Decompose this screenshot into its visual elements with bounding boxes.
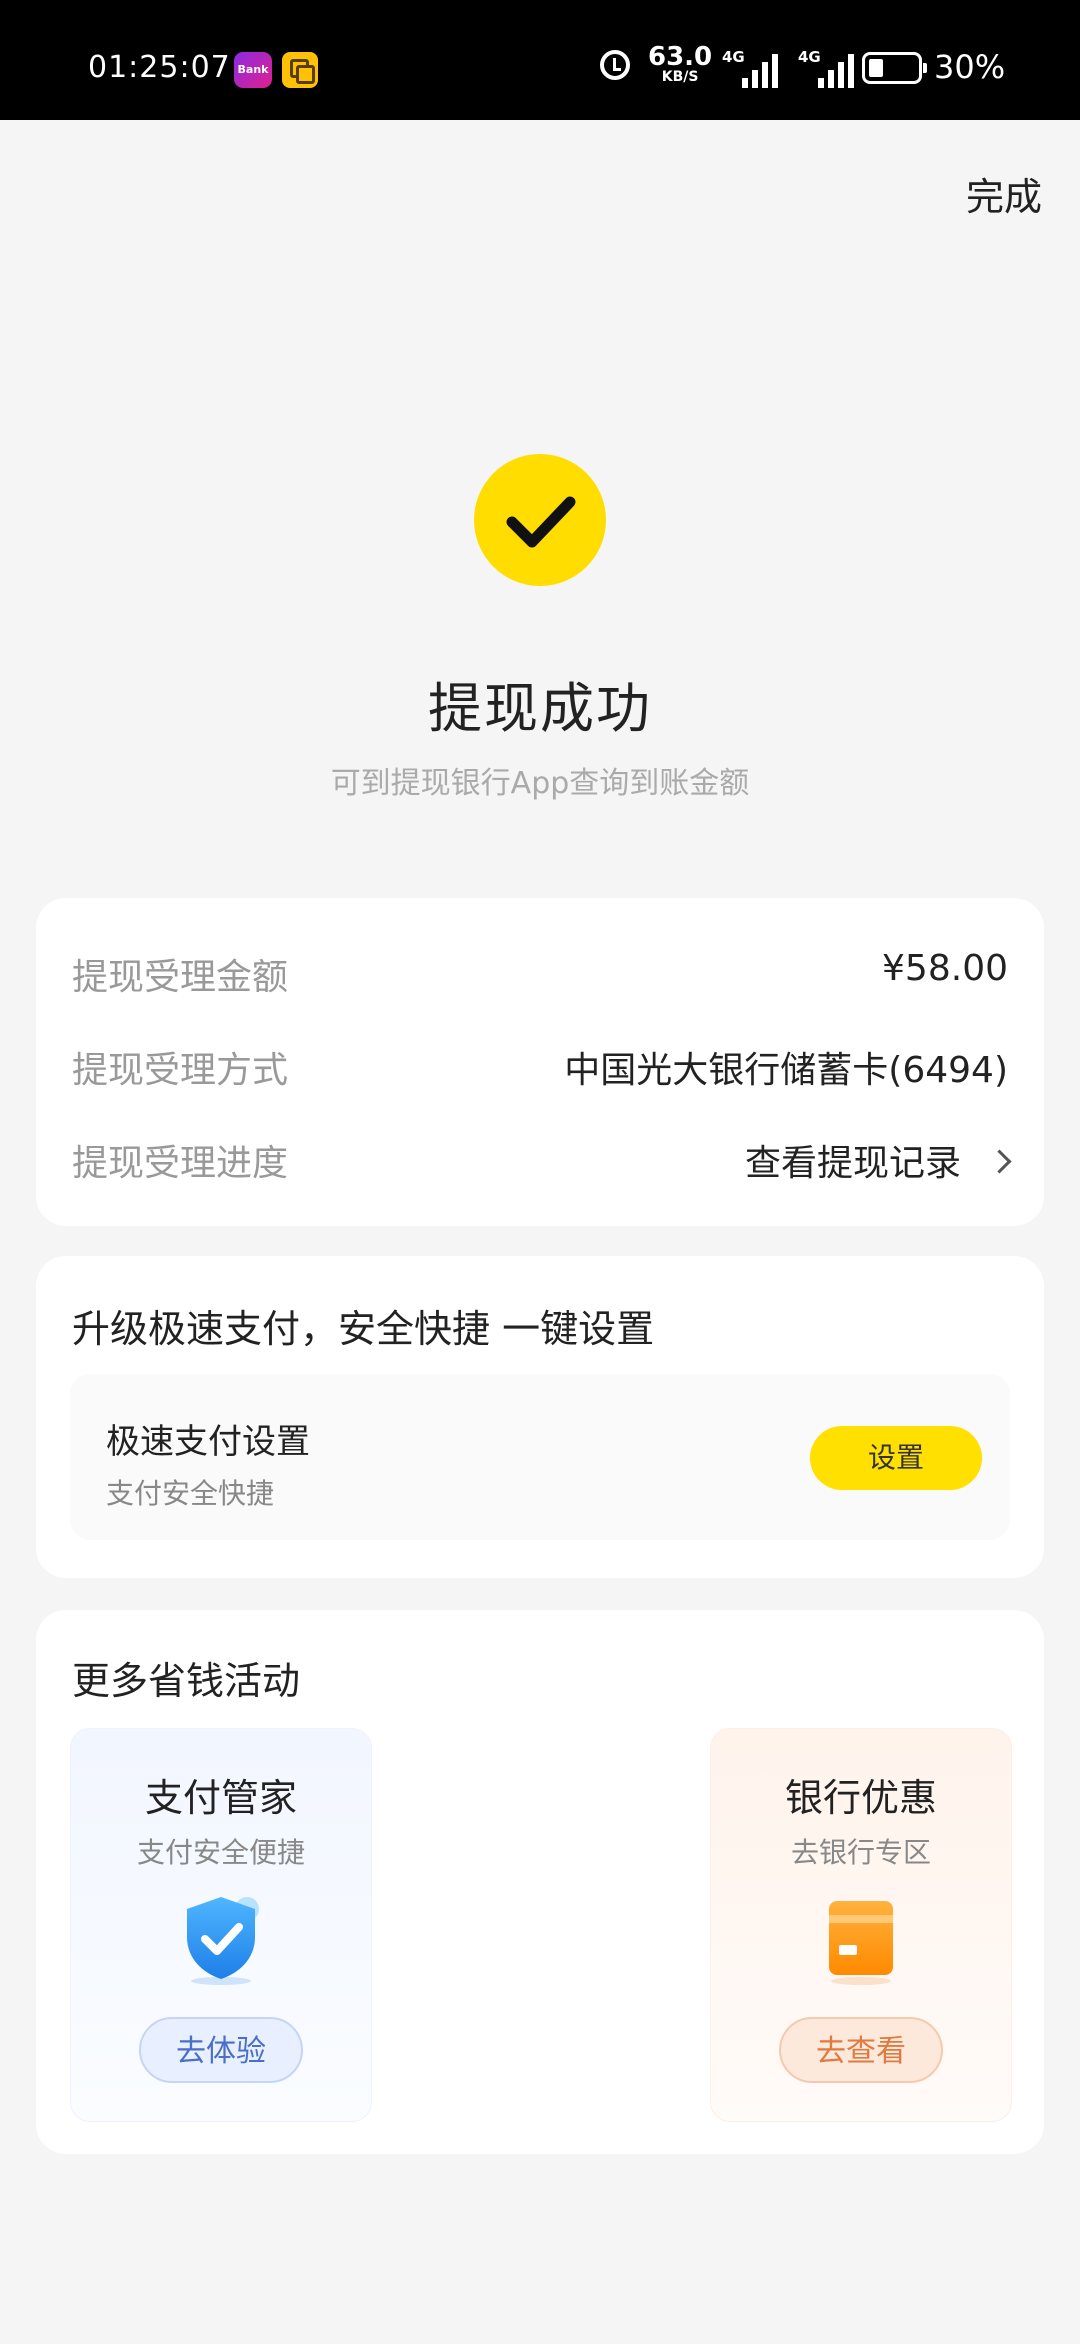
fast-pay-setup-button[interactable]: 设置	[810, 1426, 982, 1490]
more-activities-card: 更多省钱活动 支付管家 支付安全便捷 去体验 银行优惠 去银行专区 去查看	[36, 1610, 1044, 2154]
detail-row-amount: 提现受理金额 ¥58.00	[72, 948, 1008, 1008]
fast-pay-card: 升级极速支付，安全快捷 一键设置 极速支付设置 支付安全快捷 设置	[36, 1256, 1044, 1578]
fast-pay-subtitle: 支付安全快捷	[106, 1477, 275, 1510]
alarm-icon	[600, 50, 630, 80]
promo-title: 银行优惠	[784, 1776, 937, 1820]
promo-subtitle: 支付安全便捷	[136, 1836, 305, 1869]
bank-app-icon: Bank	[234, 52, 272, 88]
fast-pay-item: 极速支付设置 支付安全快捷 设置	[70, 1374, 1010, 1540]
battery-percent: 30%	[934, 48, 1006, 86]
status-bar: 01:25:07 Bank 63.0 KB/S 4G 4G 30%	[0, 0, 1080, 120]
more-activities-heading: 更多省钱活动	[72, 1659, 301, 1703]
net-speed: 63.0 KB/S	[648, 44, 712, 84]
fast-pay-heading: 升级极速支付，安全快捷 一键设置	[72, 1307, 655, 1351]
page-title: 提现成功	[428, 677, 652, 740]
status-time: 01:25:07	[88, 50, 231, 85]
done-button[interactable]: 完成	[966, 166, 1042, 221]
promo-card-pay-manager[interactable]: 支付管家 支付安全便捷 去体验	[70, 1728, 372, 2122]
detail-value-amount: ¥58.00	[882, 948, 1008, 989]
detail-label: 提现受理进度	[72, 1143, 289, 1184]
withdraw-details-card: 提现受理金额 ¥58.00 提现受理方式 中国光大银行储蓄卡(6494) 提现受…	[36, 898, 1044, 1226]
promo-title: 支付管家	[144, 1776, 297, 1820]
view-button[interactable]: 去查看	[779, 2017, 943, 2083]
detail-row-method: 提现受理方式 中国光大银行储蓄卡(6494)	[72, 1041, 1008, 1101]
net-speed-value: 63.0	[648, 42, 713, 72]
view-records-label: 查看提现记录	[744, 1143, 961, 1184]
detail-row-progress[interactable]: 提现受理进度 查看提现记录	[72, 1134, 1012, 1194]
try-button[interactable]: 去体验	[139, 2017, 303, 2083]
shield-check-icon	[187, 1897, 259, 1985]
detail-label: 提现受理方式	[72, 1050, 289, 1091]
fast-pay-title: 极速支付设置	[106, 1422, 310, 1462]
net-speed-unit: KB/S	[661, 69, 699, 85]
promo-card-bank-offers[interactable]: 银行优惠 去银行专区 去查看	[710, 1728, 1012, 2122]
detail-label: 提现受理金额	[72, 957, 289, 998]
promo-subtitle: 去银行专区	[790, 1836, 931, 1869]
bank-card-icon	[829, 1901, 893, 1985]
page-subtitle: 可到提现银行App查询到账金额	[330, 766, 750, 801]
success-check-icon	[474, 454, 606, 586]
detail-value-method: 中国光大银行储蓄卡(6494)	[564, 1050, 1008, 1091]
chevron-right-icon	[987, 1148, 1012, 1174]
battery-icon	[862, 52, 927, 84]
view-records-link[interactable]: 查看提现记录	[744, 1134, 1012, 1186]
copy-app-icon	[282, 52, 318, 88]
